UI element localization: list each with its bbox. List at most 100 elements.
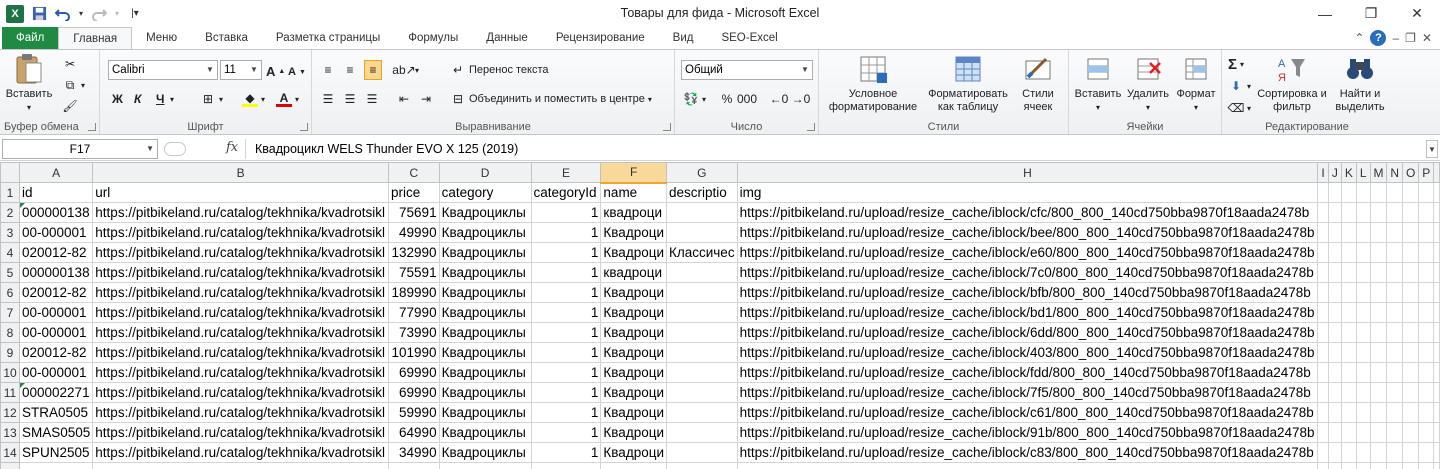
cell[interactable] <box>1340 402 1357 423</box>
cell[interactable]: 1 <box>530 362 602 383</box>
cell[interactable] <box>1317 362 1329 383</box>
close-icon[interactable]: ✕ <box>1394 0 1440 27</box>
cell[interactable] <box>1418 302 1435 323</box>
cell[interactable]: 132990 <box>388 242 440 263</box>
column-header[interactable]: M <box>1369 162 1388 183</box>
cell[interactable] <box>1327 182 1342 203</box>
cell[interactable]: https://pitbikeland.ru/upload/resize_cac… <box>736 242 1319 263</box>
cell[interactable] <box>388 462 440 469</box>
cell[interactable]: Квадроци <box>600 242 667 263</box>
cell[interactable]: categoryId <box>530 182 602 203</box>
cell[interactable] <box>1433 282 1440 303</box>
percent-button[interactable]: % <box>719 89 735 109</box>
cell[interactable] <box>1418 242 1435 263</box>
help-icon[interactable]: ? <box>1370 30 1387 46</box>
column-header[interactable]: F <box>600 162 667 184</box>
cell[interactable] <box>736 462 1319 469</box>
cell[interactable]: 59990 <box>388 402 440 423</box>
cell[interactable]: Квадроциклы <box>438 422 532 443</box>
column-header[interactable]: C <box>388 162 440 183</box>
cell[interactable]: 69990 <box>388 382 440 403</box>
comma-button[interactable]: 000 <box>737 89 757 109</box>
cell[interactable]: квадроци <box>600 262 667 283</box>
cell[interactable] <box>1355 442 1371 463</box>
cell[interactable] <box>1340 442 1357 463</box>
cell[interactable]: 000000138 <box>18 262 94 283</box>
cell[interactable]: 101990 <box>388 342 440 363</box>
cell[interactable] <box>1340 362 1357 383</box>
cell[interactable] <box>1433 182 1440 203</box>
cell[interactable]: 1 <box>530 442 602 463</box>
cell[interactable] <box>1433 342 1440 363</box>
cell[interactable]: Квадроциклы <box>438 402 532 423</box>
font-name-combo[interactable]: Calibri ▼ <box>108 60 218 80</box>
cell[interactable] <box>1418 402 1435 423</box>
cell[interactable] <box>1327 262 1342 283</box>
cell[interactable] <box>92 462 390 469</box>
cell[interactable] <box>665 282 738 303</box>
tab-home[interactable]: Главная <box>58 27 133 50</box>
cell[interactable] <box>1402 322 1420 343</box>
cell[interactable] <box>1317 202 1329 223</box>
cell[interactable] <box>1340 282 1357 303</box>
cell[interactable] <box>1327 422 1342 443</box>
cell[interactable] <box>1418 422 1435 443</box>
select-all-corner[interactable] <box>0 162 20 183</box>
cell[interactable] <box>1355 202 1371 223</box>
column-header[interactable]: D <box>438 162 532 183</box>
cell[interactable] <box>1355 422 1371 443</box>
cell[interactable] <box>665 402 738 423</box>
cell[interactable] <box>1433 322 1440 343</box>
alignment-launcher-icon[interactable] <box>663 123 671 131</box>
cell[interactable]: 1 <box>530 242 602 263</box>
cell[interactable] <box>1369 222 1388 243</box>
copy-button[interactable]: ⧉ ▾ <box>62 75 85 95</box>
cell[interactable]: 00-000001 <box>18 362 94 383</box>
expand-formula-bar-icon[interactable]: ▼ <box>1426 140 1438 158</box>
cell[interactable] <box>1369 422 1388 443</box>
wrap-text-button[interactable]: ↵ Перенос текста <box>450 60 549 80</box>
decrease-decimal-button[interactable]: →0 <box>792 89 811 109</box>
cell[interactable] <box>1386 422 1404 443</box>
cell[interactable] <box>665 222 738 243</box>
tab-data[interactable]: Данные <box>472 27 542 49</box>
row-header[interactable]: 13 <box>0 422 20 443</box>
row-header[interactable]: 5 <box>0 262 20 283</box>
cell[interactable] <box>1433 302 1440 323</box>
cell[interactable] <box>665 422 738 443</box>
cell[interactable]: Квадроциклы <box>438 202 532 223</box>
cell[interactable] <box>1386 182 1404 203</box>
clear-button[interactable]: ⌫ ▾ <box>1228 98 1252 118</box>
cell[interactable] <box>1402 222 1420 243</box>
formula-bar-splitter[interactable] <box>164 142 186 156</box>
cell[interactable]: https://pitbikeland.ru/upload/resize_cac… <box>736 282 1319 303</box>
cell[interactable]: Квадроци <box>600 302 667 323</box>
minimize-icon[interactable]: — <box>1302 0 1348 27</box>
cell[interactable] <box>1317 422 1329 443</box>
cell[interactable] <box>1317 442 1329 463</box>
cell[interactable] <box>1386 282 1404 303</box>
row-header[interactable]: 10 <box>0 362 20 383</box>
column-header[interactable] <box>1433 162 1440 183</box>
cell[interactable] <box>1355 362 1371 383</box>
cell[interactable] <box>1433 262 1440 283</box>
cell[interactable]: 64990 <box>388 422 440 443</box>
cell[interactable] <box>1433 462 1440 469</box>
cell[interactable]: Квадроци <box>600 322 667 343</box>
cell[interactable]: Квадроциклы <box>438 362 532 383</box>
cell[interactable] <box>1355 222 1371 243</box>
cell[interactable]: 1 <box>530 222 602 243</box>
increase-indent-button[interactable]: ⇥ <box>418 89 434 109</box>
cell[interactable]: https://pitbikeland.ru/catalog/tekhnika/… <box>92 302 390 323</box>
cell[interactable] <box>1433 382 1440 403</box>
cell[interactable] <box>665 382 738 403</box>
cell[interactable] <box>1418 182 1435 203</box>
cell[interactable]: 1 <box>530 322 602 343</box>
cell[interactable]: Квадроциклы <box>438 442 532 463</box>
cell[interactable]: https://pitbikeland.ru/upload/resize_cac… <box>736 442 1319 463</box>
redo-dropdown-icon[interactable]: ▾ <box>112 3 122 25</box>
cell[interactable]: 00-000001 <box>18 222 94 243</box>
cell[interactable]: img <box>736 182 1319 203</box>
cell[interactable] <box>1369 402 1388 423</box>
cell[interactable]: https://pitbikeland.ru/catalog/tekhnika/… <box>92 222 390 243</box>
